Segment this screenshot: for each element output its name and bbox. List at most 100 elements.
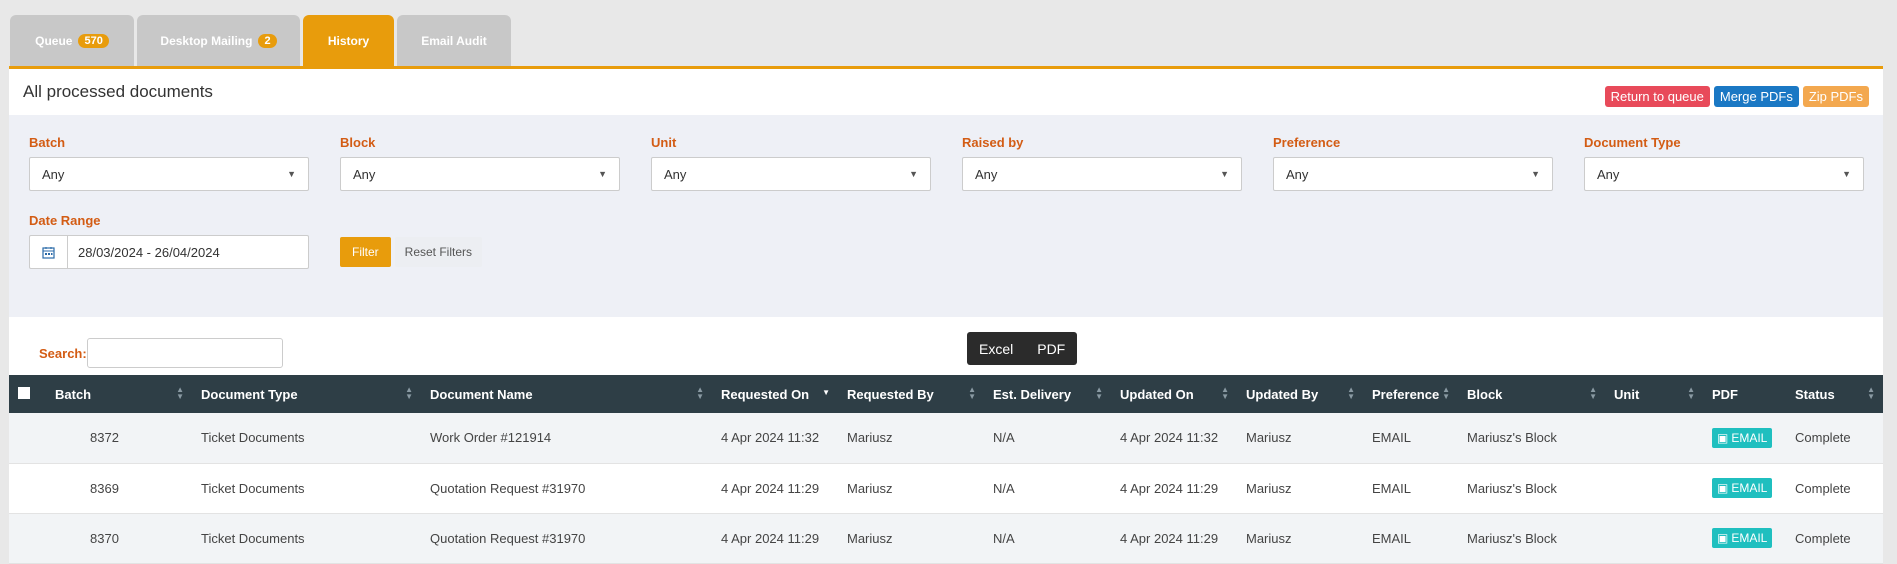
- row-checkbox-cell: [9, 463, 46, 513]
- unit-filter: Unit Any ▼: [651, 135, 931, 191]
- column-label: Unit: [1614, 386, 1640, 402]
- table-row[interactable]: 8369 Ticket Documents Quotation Request …: [9, 463, 1883, 513]
- updated-on-cell: 4 Apr 2024 11:29: [1120, 480, 1219, 496]
- column-header-pdf: PDF: [1703, 375, 1786, 413]
- sort-icon: ▲ ▼: [405, 385, 413, 401]
- column-label: Document Name: [430, 386, 533, 402]
- requested-by-cell: Mariusz: [847, 480, 893, 496]
- history-panel: All processed documents Return to queue …: [9, 66, 1883, 563]
- preference-select[interactable]: Any ▼: [1273, 157, 1553, 191]
- raised-by-select[interactable]: Any ▼: [962, 157, 1242, 191]
- sort-icon: ▲ ▼: [1442, 385, 1450, 401]
- block-filter: Block Any ▼: [340, 135, 620, 191]
- pdf-email-button[interactable]: ▣ EMAIL: [1712, 427, 1773, 448]
- column-header-block[interactable]: Block ▲ ▼: [1458, 375, 1605, 413]
- select-value: Any: [1286, 166, 1309, 182]
- pdf-email-button[interactable]: ▣ EMAIL: [1712, 478, 1773, 498]
- column-label: Requested On: [721, 386, 810, 402]
- column-header-updated-on[interactable]: Updated On ▲ ▼: [1111, 375, 1237, 413]
- excel-export-button[interactable]: Excel: [967, 332, 1025, 365]
- column-header-document-name[interactable]: Document Name ▲ ▼: [421, 375, 712, 413]
- column-header-batch[interactable]: Batch ▲ ▼: [46, 375, 192, 413]
- document-name-cell: Quotation Request #31970: [430, 480, 586, 496]
- batch-filter: Batch Any ▼: [29, 135, 309, 191]
- filter-label: Batch: [29, 135, 66, 150]
- table-row[interactable]: 8372 Ticket Documents Work Order #121914…: [9, 413, 1883, 463]
- preference-cell: EMAIL: [1372, 480, 1412, 496]
- chevron-down-icon: ▼: [598, 169, 607, 179]
- sort-icon: ▲ ▼: [1347, 385, 1355, 401]
- preference-cell: EMAIL: [1372, 530, 1412, 546]
- chevron-down-icon: ▼: [287, 169, 296, 179]
- status-cell: Complete: [1795, 530, 1851, 546]
- block-cell: Mariusz's Block: [1467, 480, 1557, 496]
- chevron-down-icon: ▼: [1531, 169, 1540, 179]
- select-all-column: [9, 375, 46, 413]
- pdf-button-label: EMAIL: [1731, 531, 1768, 545]
- block-select[interactable]: Any ▼: [340, 157, 620, 191]
- calendar-icon[interactable]: [30, 236, 68, 268]
- filter-label: Raised by: [962, 135, 1024, 150]
- tab-queue[interactable]: Queue 570: [10, 15, 134, 67]
- batch-cell: 8370: [90, 530, 119, 546]
- action-buttons: Return to queue Merge PDFs Zip PDFs: [1604, 85, 1869, 107]
- row-checkbox-cell: [9, 513, 46, 563]
- pdf-email-button[interactable]: ▣ EMAIL: [1712, 528, 1773, 548]
- tab-desktop-mailing[interactable]: Desktop Mailing 2: [137, 15, 300, 67]
- column-label: Batch: [55, 386, 92, 402]
- date-range-value: 28/03/2024 - 26/04/2024: [78, 244, 220, 260]
- sort-icon: ▲ ▼: [1867, 385, 1875, 401]
- tab-label: Desktop Mailing: [160, 34, 253, 48]
- requested-by-cell: Mariusz: [847, 530, 893, 546]
- select-all-checkbox[interactable]: [18, 386, 30, 399]
- column-header-unit[interactable]: Unit ▲ ▼: [1605, 375, 1703, 413]
- chevron-down-icon: ▼: [909, 169, 918, 179]
- column-label: Requested By: [847, 386, 934, 402]
- merge-pdfs-button[interactable]: Merge PDFs: [1713, 85, 1799, 107]
- file-pdf-icon: ▣: [1717, 430, 1729, 445]
- column-header-status[interactable]: Status ▲ ▼: [1786, 375, 1883, 413]
- filter-button[interactable]: Filter: [340, 237, 391, 267]
- document-type-filter: Document Type Any ▼: [1584, 135, 1864, 191]
- zip-pdfs-button[interactable]: Zip PDFs: [1802, 85, 1869, 107]
- column-header-updated-by[interactable]: Updated By ▲ ▼: [1237, 375, 1363, 413]
- document-name-cell: Quotation Request #31970: [430, 530, 586, 546]
- status-cell: Complete: [1795, 480, 1851, 496]
- filter-label: Document Type: [1584, 135, 1681, 150]
- search-input[interactable]: [87, 338, 283, 368]
- pdf-button-label: EMAIL: [1731, 430, 1768, 445]
- filter-label: Block: [340, 135, 376, 150]
- file-pdf-icon: ▣: [1717, 481, 1729, 495]
- column-header-requested-by[interactable]: Requested By ▲ ▼: [838, 375, 984, 413]
- block-cell: Mariusz's Block: [1467, 530, 1557, 546]
- pdf-export-button[interactable]: PDF: [1025, 332, 1077, 365]
- requested-on-cell: 4 Apr 2024 11:29: [721, 530, 820, 546]
- document-type-cell: Ticket Documents: [201, 430, 305, 446]
- sort-desc-icon: ▼: [822, 388, 830, 397]
- unit-select[interactable]: Any ▼: [651, 157, 931, 191]
- column-label: Updated On: [1120, 386, 1194, 402]
- table-row[interactable]: 8370 Ticket Documents Quotation Request …: [9, 513, 1883, 563]
- preference-cell: EMAIL: [1372, 430, 1412, 446]
- date-range-input[interactable]: 28/03/2024 - 26/04/2024: [29, 235, 309, 269]
- column-header-requested-on[interactable]: Requested On ▼: [712, 375, 838, 413]
- batch-select[interactable]: Any ▼: [29, 157, 309, 191]
- column-header-document-type[interactable]: Document Type ▲ ▼: [192, 375, 421, 413]
- panel-header: All processed documents Return to queue …: [9, 69, 1883, 115]
- column-header-preference[interactable]: Preference ▲ ▼: [1363, 375, 1458, 413]
- search-label: Search:: [39, 346, 87, 361]
- column-header-est-delivery[interactable]: Est. Delivery ▲ ▼: [984, 375, 1111, 413]
- reset-filters-button[interactable]: Reset Filters: [394, 237, 483, 267]
- tab-history[interactable]: History: [303, 15, 394, 67]
- updated-by-cell: Mariusz: [1246, 530, 1292, 546]
- return-to-queue-button[interactable]: Return to queue: [1604, 85, 1710, 107]
- tab-email-audit[interactable]: Email Audit: [397, 15, 511, 67]
- raised-by-filter: Raised by Any ▼: [962, 135, 1242, 191]
- est-delivery-cell: N/A: [993, 480, 1015, 496]
- tab-label: History: [327, 34, 370, 48]
- sort-icon: ▲ ▼: [968, 385, 976, 401]
- document-type-select[interactable]: Any ▼: [1584, 157, 1864, 191]
- updated-on-cell: 4 Apr 2024 11:32: [1120, 430, 1219, 446]
- column-label: Document Type: [201, 386, 298, 402]
- requested-on-cell: 4 Apr 2024 11:29: [721, 480, 820, 496]
